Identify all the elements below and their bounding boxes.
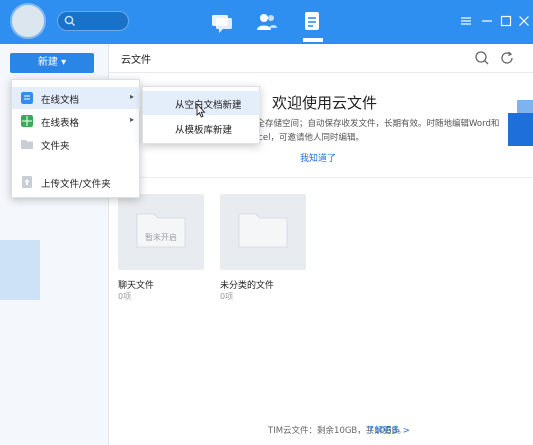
submenu-item-label: 从空白文档新建 xyxy=(175,100,242,111)
search-icon[interactable] xyxy=(474,50,490,66)
folder-count: 0项 xyxy=(118,292,132,301)
folder-card-chat[interactable]: 暂未开启 xyxy=(118,194,204,270)
cloud-file-icon[interactable] xyxy=(300,10,324,34)
submenu-item-label: 从模板库新建 xyxy=(175,125,233,136)
search-input[interactable] xyxy=(57,11,129,31)
title-bar xyxy=(0,0,533,44)
menu-item-label: 在线文档 xyxy=(41,95,80,106)
sheet-icon xyxy=(21,115,33,127)
menu-icon[interactable] xyxy=(460,15,472,27)
banner-decoration xyxy=(508,113,533,146)
menu-item-label: 文件夹 xyxy=(41,141,70,152)
welcome-description: 安全存储空间；自动保存收发文件，长期有效。时随地编辑Word和Excel，可邀请… xyxy=(248,119,500,143)
contacts-icon[interactable] xyxy=(255,10,279,34)
sidebar-highlight xyxy=(0,240,40,300)
menu-item-upload[interactable]: 上传文件/文件夹 xyxy=(12,171,140,193)
maximize-icon[interactable] xyxy=(500,15,512,27)
close-icon[interactable] xyxy=(518,15,530,27)
cursor-icon xyxy=(196,103,206,118)
folder-count: 0项 xyxy=(220,292,234,301)
learn-more-link[interactable]: 了解更多 > xyxy=(366,424,410,436)
message-icon[interactable] xyxy=(210,10,234,34)
folder-name[interactable]: 聊天文件 xyxy=(118,278,154,291)
welcome-title: 欢迎使用云文件 xyxy=(272,94,378,112)
chevron-right-icon: ▸ xyxy=(129,92,134,101)
folder-status-label: 暂未开启 xyxy=(145,233,177,242)
new-menu: 在线文档 ▸ 在线表格 ▸ 文件夹 上传文件/文件夹 xyxy=(11,79,140,198)
folder-icon xyxy=(238,213,288,248)
search-icon xyxy=(64,15,75,26)
menu-item-online-doc[interactable]: 在线文档 ▸ xyxy=(12,87,140,109)
new-button[interactable]: 新建 ▾ xyxy=(10,53,94,73)
menu-item-folder[interactable]: 文件夹 xyxy=(12,133,140,155)
toolbar-divider xyxy=(108,72,533,73)
upload-icon xyxy=(22,176,32,188)
avatar[interactable] xyxy=(10,3,46,39)
menu-item-online-sheet[interactable]: 在线表格 ▸ xyxy=(12,110,140,132)
page-title: 云文件 xyxy=(121,55,151,66)
menu-item-label: 上传文件/文件夹 xyxy=(41,179,111,190)
banner-divider xyxy=(108,177,533,178)
minimize-icon[interactable] xyxy=(481,15,493,27)
doc-icon xyxy=(21,92,33,104)
menu-item-label: 在线表格 xyxy=(41,118,80,129)
refresh-icon[interactable] xyxy=(499,50,515,66)
active-tab-indicator xyxy=(303,38,323,42)
dismiss-link[interactable]: 我知道了 xyxy=(300,151,336,164)
folder-card-uncategorized[interactable] xyxy=(220,194,306,270)
chevron-right-icon: ▸ xyxy=(129,115,134,124)
submenu-item-template[interactable]: 从模板库新建 xyxy=(143,116,260,140)
folder-name[interactable]: 未分类的文件 xyxy=(220,278,274,291)
folder-icon xyxy=(21,140,33,149)
